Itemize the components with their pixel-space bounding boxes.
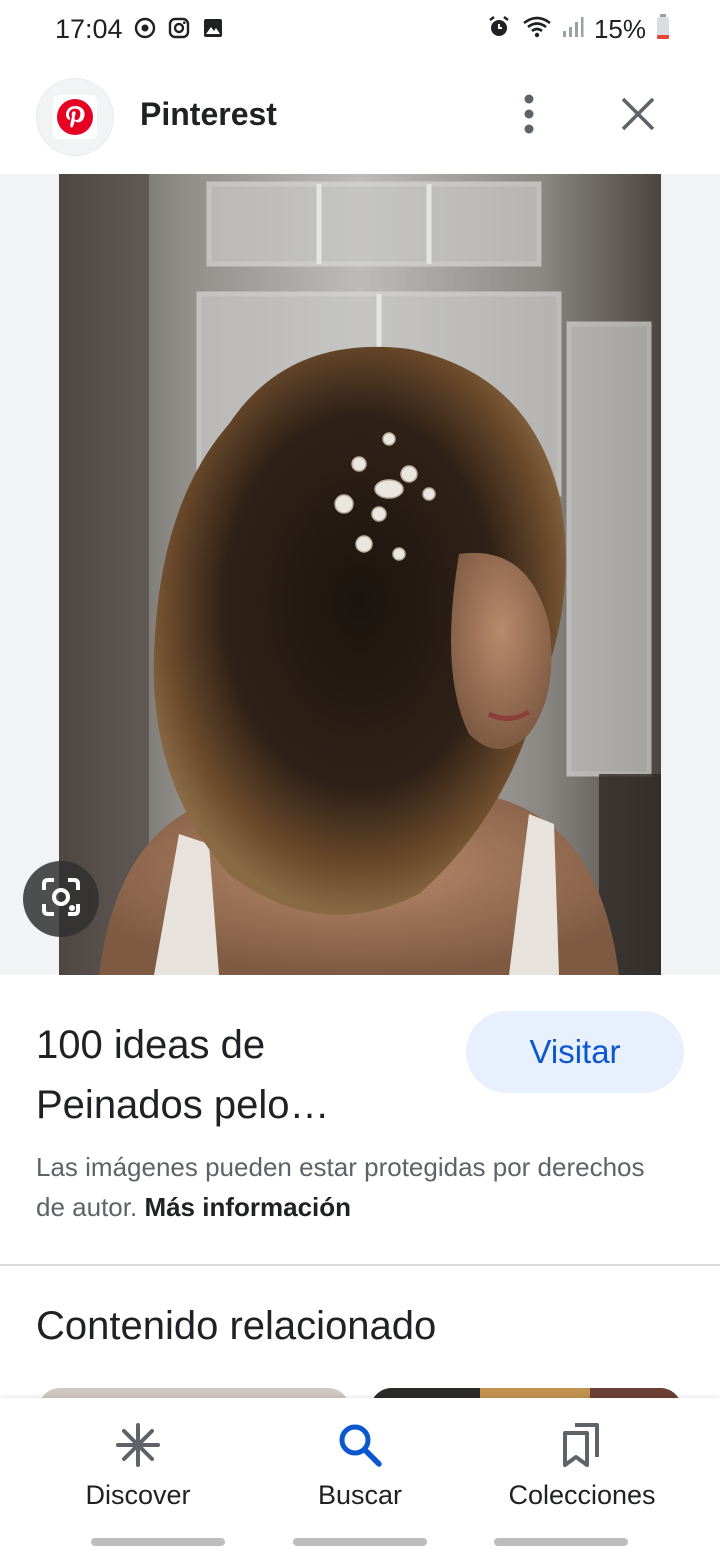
wifi-icon bbox=[522, 15, 552, 44]
result-title[interactable]: 100 ideas de Peinados pelo… bbox=[36, 1015, 436, 1135]
gesture-indicator bbox=[293, 1538, 427, 1546]
visit-button[interactable]: Visitar bbox=[466, 1011, 684, 1093]
image-preview-area bbox=[0, 174, 720, 975]
site-title: Pinterest bbox=[140, 96, 277, 132]
asterisk-icon bbox=[114, 1420, 162, 1470]
whatsapp-icon bbox=[133, 16, 157, 45]
result-image[interactable] bbox=[59, 174, 661, 975]
battery-percent: 15% bbox=[593, 14, 646, 44]
close-icon bbox=[621, 97, 655, 136]
battery-icon bbox=[656, 14, 670, 45]
signal-icon bbox=[562, 15, 584, 44]
bookmarks-icon bbox=[561, 1420, 603, 1470]
nav-label: Discover bbox=[85, 1480, 191, 1510]
result-info: 100 ideas de Peinados pelo… Visitar Las … bbox=[0, 975, 720, 1265]
google-lens-button[interactable] bbox=[23, 861, 99, 937]
close-button[interactable] bbox=[612, 90, 664, 142]
bottom-navigation: Discover Buscar Colecciones bbox=[0, 1398, 720, 1560]
gallery-icon bbox=[201, 16, 225, 45]
viewer-header: Pinterest bbox=[0, 60, 720, 174]
pinterest-logo-icon bbox=[53, 95, 97, 139]
status-bar: 17:04 15% bbox=[0, 0, 720, 60]
more-info-link[interactable]: Más información bbox=[144, 1192, 351, 1222]
bride-curly-hair-photo bbox=[59, 174, 661, 975]
more-vert-icon bbox=[523, 94, 535, 139]
instagram-icon bbox=[167, 16, 191, 45]
nav-search[interactable]: Buscar bbox=[240, 1398, 480, 1528]
nav-collections[interactable]: Colecciones bbox=[462, 1398, 702, 1528]
section-divider bbox=[0, 1264, 720, 1266]
copyright-notice: Las imágenes pueden estar protegidas por… bbox=[36, 1147, 676, 1227]
more-options-button[interactable] bbox=[505, 90, 553, 142]
related-heading: Contenido relacionado bbox=[36, 1304, 437, 1348]
site-logo[interactable] bbox=[36, 78, 114, 156]
status-time: 17:04 bbox=[55, 14, 123, 44]
alarm-icon bbox=[486, 14, 512, 45]
nav-label: Colecciones bbox=[508, 1480, 656, 1510]
gesture-indicator bbox=[494, 1538, 628, 1546]
notification-icons bbox=[133, 16, 225, 45]
gesture-indicator bbox=[91, 1538, 225, 1546]
nav-discover[interactable]: Discover bbox=[18, 1398, 258, 1528]
system-status: 15% bbox=[486, 14, 670, 45]
search-icon bbox=[337, 1420, 383, 1470]
nav-label: Buscar bbox=[317, 1480, 403, 1510]
lens-icon bbox=[40, 876, 82, 923]
